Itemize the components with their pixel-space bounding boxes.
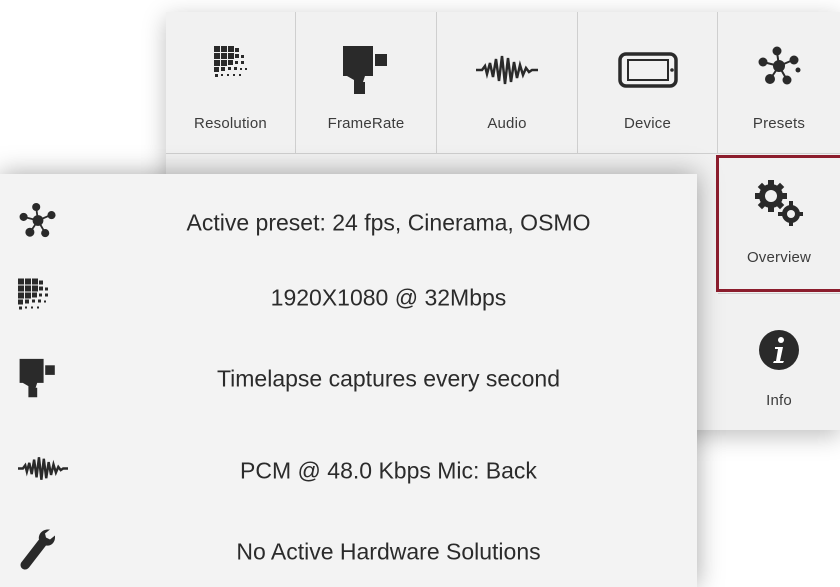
audio-wave-icon (18, 456, 68, 487)
hardware-text: No Active Hardware Solutions (236, 538, 541, 565)
framerate-button[interactable]: FrameRate (296, 12, 437, 154)
resolution-label: Resolution (194, 115, 267, 132)
overview-card: Active preset: 24 fps, Cinerama, OSMO 19… (0, 174, 697, 587)
overview-row-hardware: No Active Hardware Solutions (0, 517, 697, 587)
resolution-icon (213, 46, 248, 85)
info-button[interactable]: Info (718, 294, 840, 430)
info-label: Info (766, 392, 792, 409)
presets-label: Presets (752, 115, 806, 132)
device-button[interactable]: Device (578, 12, 718, 154)
overview-row-preset: Active preset: 24 fps, Cinerama, OSMO (0, 188, 697, 258)
presets-button[interactable]: Presets (718, 12, 840, 154)
info-icon (757, 328, 801, 377)
device-icon (617, 52, 678, 93)
framerate-label: FrameRate (327, 115, 405, 132)
audio-button[interactable]: Audio (437, 12, 578, 154)
wrench-icon (18, 528, 56, 577)
resolution-icon (18, 278, 52, 318)
audio-text: PCM @ 48.0 Kbps Mic: Back (240, 457, 537, 484)
camera-icon (341, 42, 391, 99)
overview-row-resolution: 1920X1080 @ 32Mbps (0, 263, 697, 333)
resolution-button[interactable]: Resolution (166, 12, 296, 154)
device-label: Device (623, 115, 672, 132)
overview-highlight (716, 155, 840, 292)
presets-icon (18, 202, 58, 244)
overview-row-framerate: Timelapse captures every second (0, 344, 697, 414)
resolution-text: 1920X1080 @ 32Mbps (270, 284, 507, 311)
overview-row-audio: PCM @ 48.0 Kbps Mic: Back (0, 436, 697, 506)
presets-icon (757, 46, 801, 91)
active-preset-text: Active preset: 24 fps, Cinerama, OSMO (186, 209, 591, 236)
audio-wave-icon (476, 54, 538, 91)
timelapse-text: Timelapse captures every second (216, 365, 561, 392)
audio-label: Audio (487, 115, 527, 132)
camera-icon (18, 356, 58, 403)
